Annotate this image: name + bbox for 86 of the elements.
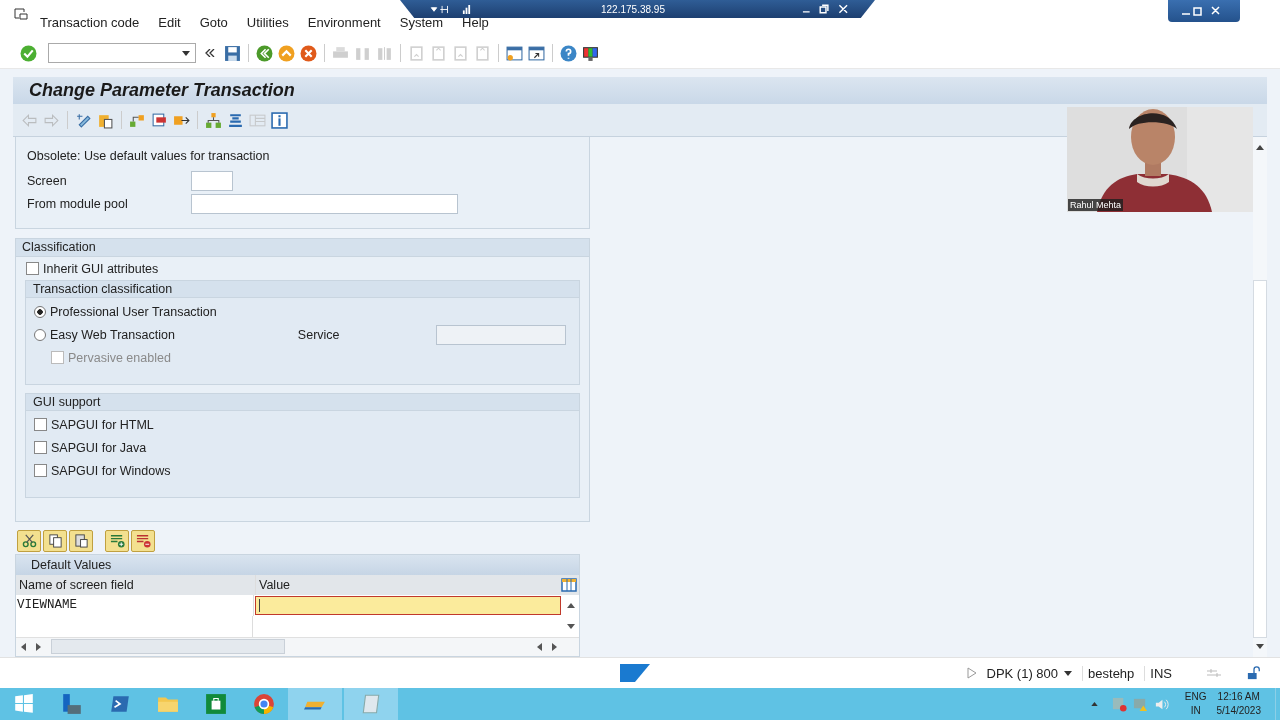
scroll-down-icon[interactable]	[1256, 644, 1264, 649]
monitor-icon[interactable]	[582, 44, 599, 62]
clock-date[interactable]: 5/14/2023	[1216, 704, 1261, 718]
checkbox[interactable]	[34, 464, 47, 478]
radio-button[interactable]	[34, 328, 46, 341]
scroll-right-icon[interactable]	[552, 642, 557, 651]
stack-icon[interactable]	[227, 111, 244, 129]
section-label: Obsolete: Use default values for transaction	[27, 149, 271, 163]
screen-title: Change Parameter Transaction	[29, 80, 295, 101]
menu-item[interactable]: Environment	[307, 14, 381, 30]
group-header: Transaction classification	[26, 281, 579, 299]
checkbox-label: Inherit GUI attributes	[43, 261, 159, 276]
scrollbar-thumb[interactable]	[51, 639, 285, 655]
checkbox-label: SAPGUI for Java	[51, 440, 147, 455]
collapse-icon[interactable]	[205, 49, 215, 57]
help-icon[interactable]	[560, 44, 577, 62]
scroll-left-icon[interactable]	[537, 642, 542, 651]
group-header: GUI support	[26, 394, 579, 412]
user-name: bestehp	[1082, 665, 1145, 681]
value-input-field[interactable]	[255, 595, 561, 615]
language-indicator[interactable]: ENG	[1184, 690, 1207, 704]
menu-item[interactable]: Edit	[158, 14, 181, 30]
radio-label: Professional User Transaction	[50, 304, 217, 319]
menu-item[interactable]: Help	[462, 14, 489, 30]
cancel-icon[interactable]	[300, 44, 317, 62]
checkbox-label: SAPGUI for Windows	[51, 463, 171, 478]
show-hidden-icon[interactable]	[1090, 702, 1098, 706]
input-field[interactable]	[191, 170, 233, 191]
save-icon[interactable]	[224, 44, 241, 62]
scroll-up-icon[interactable]	[1256, 145, 1264, 150]
window-controls-icon[interactable]	[801, 4, 849, 14]
clock-time[interactable]: 12:16 AM	[1217, 690, 1260, 704]
table-cell: VIEWNAME	[16, 594, 254, 616]
shortcut-icon[interactable]	[528, 44, 545, 62]
module-icon[interactable]	[151, 111, 168, 129]
menu-item[interactable]: Utilities	[246, 14, 289, 30]
store-icon[interactable]	[205, 693, 227, 715]
menu-icon[interactable]	[14, 8, 28, 20]
menu-item[interactable]: Transaction code	[40, 14, 140, 30]
info-icon[interactable]	[271, 111, 288, 129]
sap-logo	[620, 664, 650, 682]
radio-button[interactable]	[34, 305, 46, 318]
field-label: Screen	[27, 173, 68, 188]
checkbox[interactable]	[34, 441, 47, 455]
input-mode: INS	[1144, 665, 1182, 681]
radio-label: Easy Web Transaction	[50, 327, 175, 342]
vertical-scrollbar[interactable]	[1253, 137, 1267, 657]
checkbox[interactable]	[34, 418, 47, 432]
browser-icon[interactable]	[253, 693, 275, 715]
dropdown-icon[interactable]	[182, 50, 190, 56]
edit-icon[interactable]	[75, 111, 92, 129]
dropdown-icon[interactable]	[1064, 670, 1073, 676]
table-title: Default Values	[16, 554, 579, 575]
column-layout-icon[interactable]	[561, 576, 577, 593]
enter-check-icon[interactable]	[20, 44, 37, 62]
menu-item[interactable]: Goto	[199, 14, 228, 30]
checkbox[interactable]	[26, 262, 39, 276]
scroll-down-icon[interactable]	[567, 623, 575, 629]
signal-icon	[462, 4, 471, 14]
window-controls-icon[interactable]	[1168, 0, 1240, 22]
column-header[interactable]: Name of screen field	[16, 574, 256, 595]
start-icon[interactable]	[13, 693, 35, 715]
server-manager-icon[interactable]	[61, 693, 83, 715]
remote-address: 122.175.38.95	[601, 3, 665, 15]
scroll-left-icon[interactable]	[21, 642, 26, 651]
scroll-right-icon[interactable]	[36, 642, 41, 651]
checkbox-label: SAPGUI for HTML	[51, 417, 154, 432]
back-icon[interactable]	[256, 44, 273, 62]
menu-item[interactable]: System	[399, 14, 444, 30]
column-header[interactable]: Value	[256, 577, 291, 592]
participant-name: Rahul Mehta	[1068, 199, 1124, 211]
group-header: Classification	[16, 239, 589, 258]
input-field[interactable]	[435, 324, 566, 345]
scroll-up-icon[interactable]	[567, 602, 575, 608]
new-window-icon[interactable]	[506, 44, 523, 62]
checkbox-label: Pervasive enabled	[68, 350, 171, 365]
command-field[interactable]	[48, 43, 196, 63]
system-info[interactable]: DPK (1) 800	[986, 665, 1059, 681]
region-indicator[interactable]: IN	[1190, 704, 1201, 718]
field-label: From module pool	[27, 196, 129, 211]
input-field[interactable]	[191, 193, 458, 214]
field-label: Service	[297, 327, 341, 342]
lock-icon[interactable]	[1246, 666, 1262, 680]
hierarchy-icon[interactable]	[205, 111, 222, 129]
play-icon[interactable]	[966, 667, 977, 679]
terminal-icon[interactable]	[109, 693, 131, 715]
